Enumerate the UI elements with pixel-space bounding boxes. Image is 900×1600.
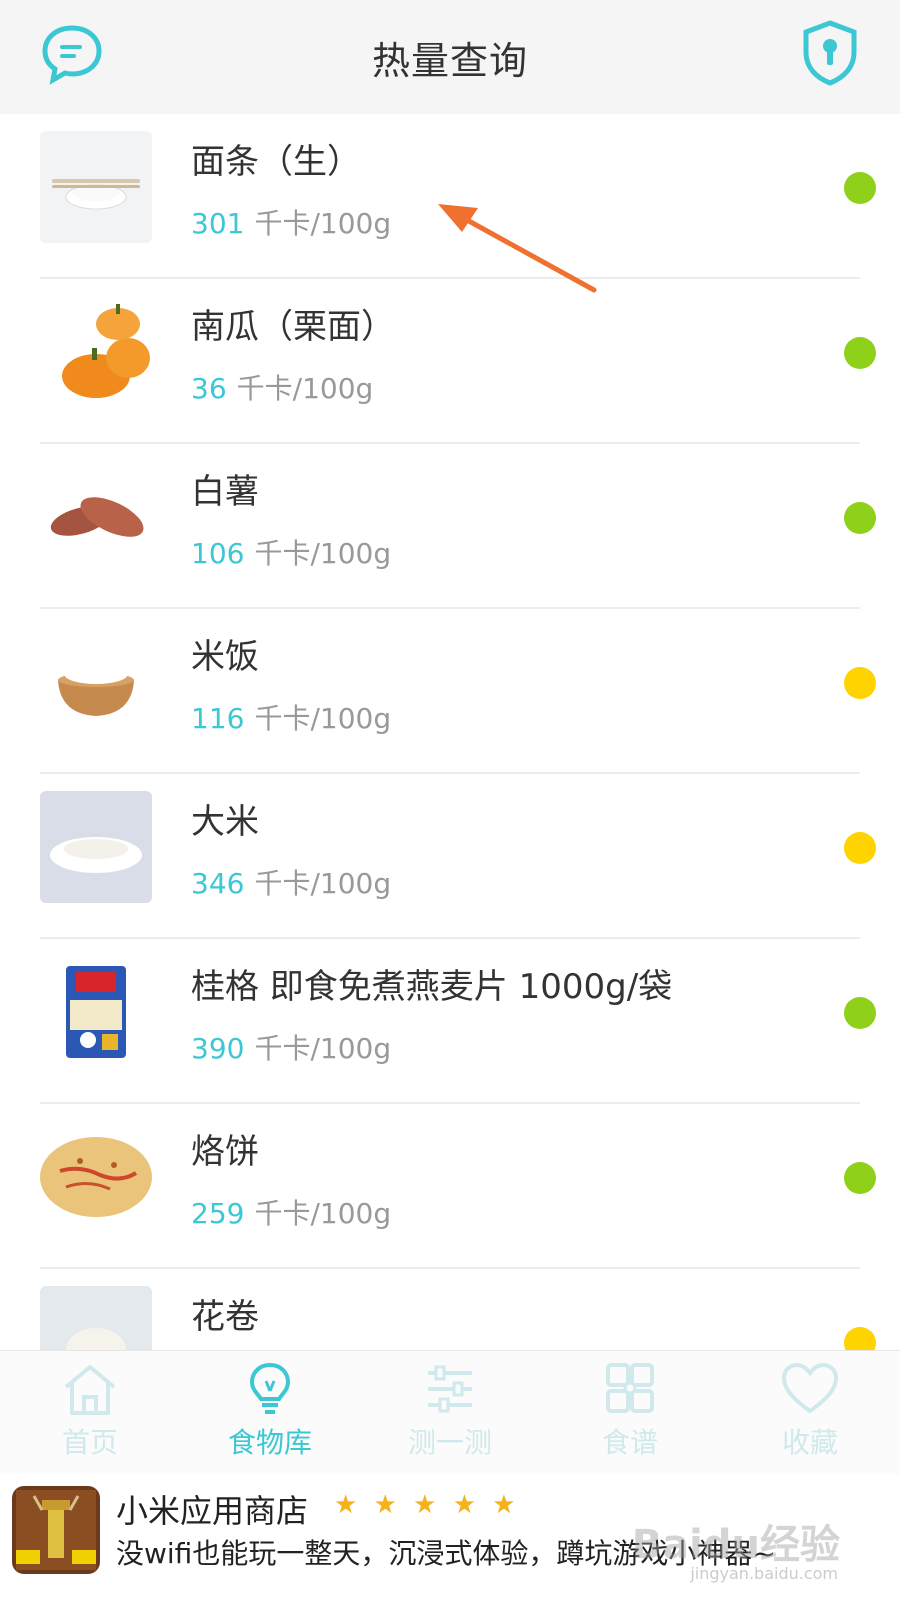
food-thumbnail — [40, 461, 152, 573]
food-list-item[interactable]: 大米 346 千卡/100g — [0, 774, 900, 939]
shield-lock-icon[interactable] — [802, 20, 858, 86]
food-thumbnail — [40, 956, 152, 1068]
status-dot — [844, 667, 876, 699]
status-dot — [844, 997, 876, 1029]
ad-banner[interactable]: 小米应用商店 ★ ★ ★ ★ ★ 没wifi也能玩一整天，沉浸式体验，蹲坑游戏小… — [0, 1474, 900, 1600]
food-list-item[interactable]: 白薯 106 千卡/100g — [0, 444, 900, 609]
food-thumbnail — [40, 626, 152, 738]
tab-label: 食谱 — [601, 1426, 658, 1459]
calorie-value: 36 — [191, 372, 227, 405]
app-icon[interactable] — [12, 1486, 100, 1574]
heart-icon — [780, 1361, 840, 1417]
food-list-item[interactable]: 烙饼 259 千卡/100g — [0, 1104, 900, 1269]
food-calories: 106 千卡/100g — [191, 532, 391, 572]
food-calories: 259 千卡/100g — [191, 1192, 391, 1232]
food-name: 大米 — [191, 802, 259, 842]
tab-label: 测一测 — [407, 1426, 492, 1459]
food-thumbnail — [40, 791, 152, 903]
calorie-unit: 千卡/100g — [254, 1197, 392, 1230]
tab-label: 首页 — [61, 1426, 118, 1459]
status-dot — [844, 172, 876, 204]
food-thumbnail — [40, 131, 152, 243]
food-calories: 390 千卡/100g — [191, 1027, 391, 1067]
calorie-unit: 千卡/100g — [254, 537, 392, 570]
food-calories: 116 千卡/100g — [191, 697, 391, 737]
grid-icon — [600, 1361, 660, 1417]
bottom-tab-bar: 首页 食物库 测一测 食谱 收藏 — [0, 1350, 900, 1474]
tab-sliders[interactable]: 测一测 — [380, 1361, 520, 1461]
tab-home[interactable]: 首页 — [20, 1361, 160, 1461]
food-name: 白薯 — [191, 472, 259, 512]
food-list-item[interactable]: 南瓜（栗面） 36 千卡/100g — [0, 279, 900, 444]
food-name: 花卷 — [191, 1297, 259, 1337]
watermark-url: jingyan.baidu.com — [690, 1564, 838, 1583]
food-list-item[interactable]: 米饭 116 千卡/100g — [0, 609, 900, 774]
food-name: 面条（生） — [191, 142, 361, 182]
food-name: 烙饼 — [191, 1132, 259, 1172]
food-calories: 301 千卡/100g — [191, 202, 391, 242]
tab-lightbulb[interactable]: 食物库 — [200, 1361, 340, 1461]
calorie-value: 116 — [191, 702, 245, 735]
calorie-unit: 千卡/100g — [254, 207, 392, 240]
food-name: 桂格 即食免煮燕麦片 1000g/袋 — [191, 967, 673, 1007]
rating-stars: ★ ★ ★ ★ ★ — [334, 1490, 520, 1520]
calorie-value: 301 — [191, 207, 245, 240]
calorie-value: 346 — [191, 867, 245, 900]
sliders-icon — [420, 1361, 480, 1417]
tab-label: 收藏 — [781, 1426, 838, 1459]
calorie-unit: 千卡/100g — [254, 867, 392, 900]
watermark: Baidu经验 — [631, 1522, 840, 1568]
food-list-item[interactable]: 桂格 即食免煮燕麦片 1000g/袋 390 千卡/100g — [0, 939, 900, 1104]
food-calories: 36 千卡/100g — [191, 367, 373, 407]
calorie-unit: 千卡/100g — [236, 372, 374, 405]
calorie-value: 106 — [191, 537, 245, 570]
food-calories: 346 千卡/100g — [191, 862, 391, 902]
tab-label: 食物库 — [227, 1426, 312, 1459]
home-icon — [60, 1361, 120, 1417]
calorie-value: 390 — [191, 1032, 245, 1065]
status-dot — [844, 1162, 876, 1194]
food-name: 南瓜（栗面） — [191, 307, 395, 347]
status-dot — [844, 337, 876, 369]
top-bar: 热量查询 — [0, 0, 900, 114]
tab-grid[interactable]: 食谱 — [560, 1361, 700, 1461]
calorie-unit: 千卡/100g — [254, 702, 392, 735]
food-thumbnail — [40, 296, 152, 408]
food-list-item[interactable]: 花卷 — [0, 1269, 900, 1350]
lightbulb-icon — [240, 1361, 300, 1417]
food-name: 米饭 — [191, 637, 259, 677]
food-thumbnail — [40, 1121, 152, 1233]
page-title: 热量查询 — [371, 39, 528, 83]
app-name: 小米应用商店 — [116, 1492, 309, 1530]
food-thumbnail — [40, 1286, 152, 1350]
calorie-value: 259 — [191, 1197, 245, 1230]
tab-heart[interactable]: 收藏 — [740, 1361, 880, 1461]
status-dot — [844, 502, 876, 534]
food-list-item[interactable]: 面条（生） 301 千卡/100g — [0, 114, 900, 279]
calorie-unit: 千卡/100g — [254, 1032, 392, 1065]
food-list: 面条（生） 301 千卡/100g 南瓜（栗面） 36 千卡/100g 白薯 106 千卡/10… — [0, 114, 900, 1350]
status-dot — [844, 1327, 876, 1350]
status-dot — [844, 832, 876, 864]
